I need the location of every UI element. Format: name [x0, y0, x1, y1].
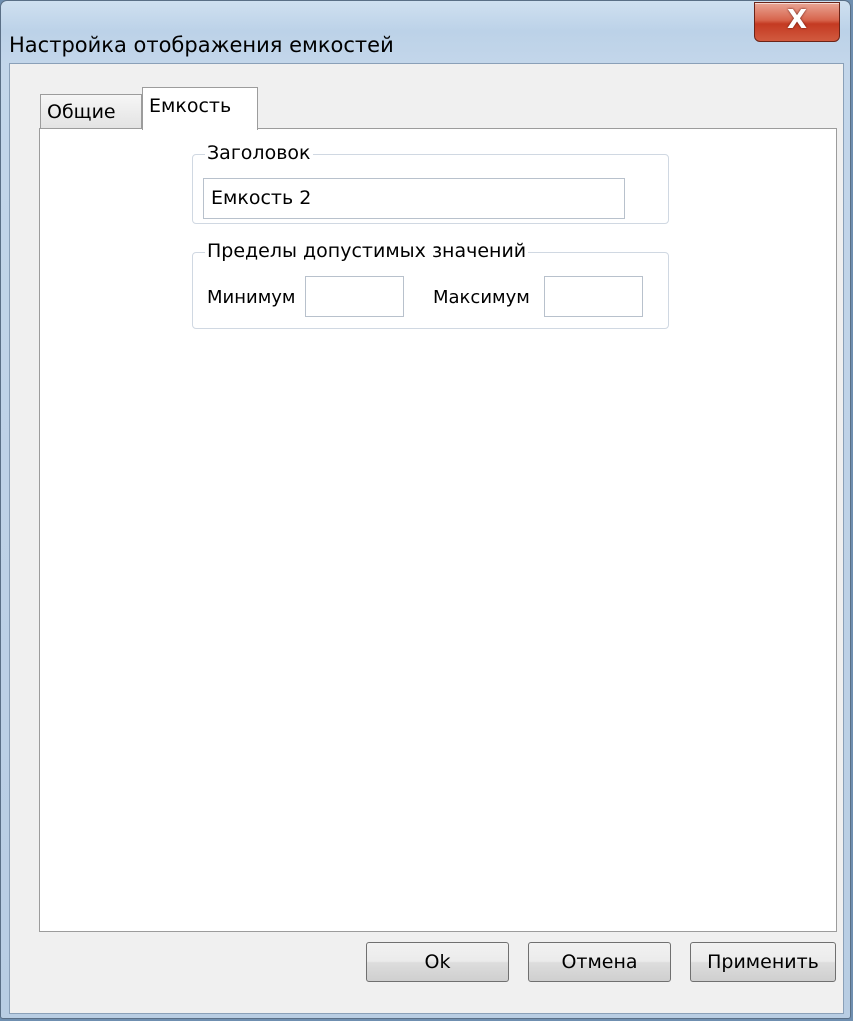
title-bar[interactable]: Настройка отображения емкостей X	[1, 1, 850, 63]
tab-general[interactable]: Общие	[40, 94, 142, 128]
ok-button[interactable]: Ok	[366, 942, 509, 982]
close-button[interactable]: X	[754, 2, 840, 42]
max-label: Максимум	[433, 287, 530, 308]
dialog-client-area: Общие Емкость Заголовок Емкость 2 Предел…	[9, 63, 844, 1014]
capacity-tab-panel: Заголовок Емкость 2 Пределы допустимых з…	[39, 128, 837, 932]
apply-button[interactable]: Применить	[690, 942, 836, 982]
tab-capacity[interactable]: Емкость	[142, 87, 258, 130]
cancel-button[interactable]: Отмена	[528, 942, 671, 982]
min-input[interactable]	[305, 276, 404, 317]
dialog-window: Настройка отображения емкостей X Общие Е…	[0, 0, 851, 1019]
header-input[interactable]: Емкость 2	[203, 178, 625, 219]
max-input[interactable]	[544, 276, 643, 317]
limits-group: Пределы допустимых значений Минимум Макс…	[192, 240, 669, 329]
min-label: Минимум	[207, 287, 296, 308]
header-group-title: Заголовок	[205, 142, 313, 164]
window-title: Настройка отображения емкостей	[9, 33, 394, 57]
limits-group-title: Пределы допустимых значений	[205, 240, 529, 262]
header-group: Заголовок Емкость 2	[192, 142, 669, 224]
close-icon: X	[786, 5, 808, 35]
